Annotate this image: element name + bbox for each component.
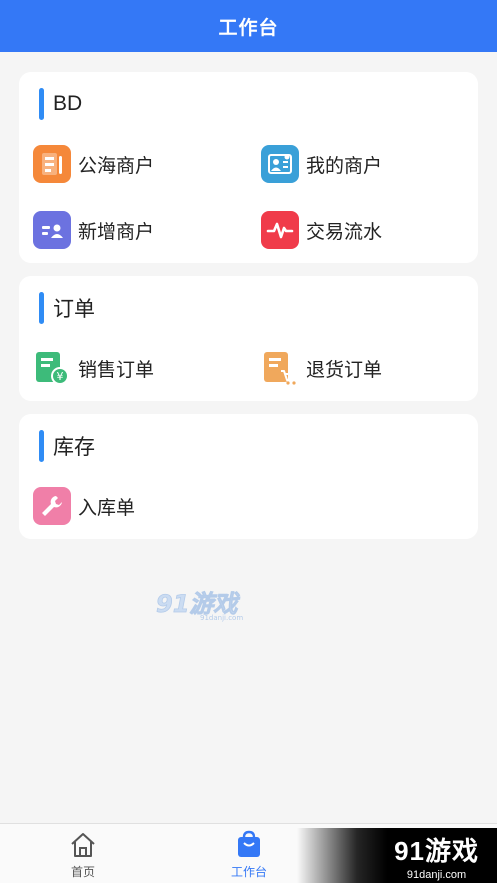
section-title-orders: 订单 <box>39 292 95 324</box>
section-accent-bar <box>39 430 44 462</box>
corner-watermark: 91游戏 91danji.com <box>297 828 497 883</box>
section-accent-bar <box>39 292 44 324</box>
section-title-inventory: 库存 <box>39 430 95 462</box>
page-title: 工作台 <box>218 17 279 39</box>
menu-item-sales-order[interactable]: ¥ 销售订单 <box>33 348 154 388</box>
stock-in-icon <box>33 487 71 525</box>
menu-item-label: 交易流水 <box>306 221 383 243</box>
sales-order-icon: ¥ <box>33 349 71 387</box>
tab-label: 首页 <box>70 865 95 879</box>
menu-item-label: 新增商户 <box>78 221 155 243</box>
menu-item-public-merchant[interactable]: 公海商户 <box>33 144 154 184</box>
tab-workbench[interactable]: 工作台 <box>209 830 289 882</box>
my-merchant-icon <box>261 145 299 183</box>
section-inventory: 库存 入库单 <box>19 414 478 539</box>
tab-label: 工作台 <box>230 865 267 879</box>
public-merchant-icon <box>33 145 71 183</box>
add-merchant-icon <box>33 211 71 249</box>
corner-logo-sub: 91danji.com <box>406 868 467 881</box>
transaction-icon <box>261 211 299 249</box>
menu-item-label: 销售订单 <box>78 359 155 381</box>
menu-item-add-merchant[interactable]: 新增商户 <box>33 210 154 250</box>
section-orders: 订单 ¥ 销售订单 退货订单 <box>19 276 478 401</box>
corner-logo-text: 91游戏 <box>394 835 479 866</box>
menu-item-label: 入库单 <box>78 497 136 519</box>
section-title-bd: BD <box>39 88 82 120</box>
page-header: 工作台 <box>0 0 497 52</box>
home-icon <box>71 833 95 857</box>
section-title-text: 库存 <box>53 436 95 459</box>
svg-text:91danji.com: 91danji.com <box>200 614 243 622</box>
menu-item-transaction[interactable]: 交易流水 <box>261 210 382 250</box>
menu-item-label: 退货订单 <box>306 359 383 381</box>
tab-home[interactable]: 首页 <box>43 830 123 882</box>
menu-item-my-merchant[interactable]: 我的商户 <box>261 144 382 184</box>
section-bd: BD 公海商户 我的商户 新增商户 交易流水 <box>19 72 478 263</box>
menu-item-stock-in[interactable]: 入库单 <box>33 486 135 526</box>
menu-item-return-order[interactable]: 退货订单 <box>261 348 382 388</box>
section-title-text: BD <box>53 92 83 115</box>
watermark-logo: 91游戏 91danji.com <box>154 586 248 622</box>
menu-item-label: 我的商户 <box>306 155 383 177</box>
section-accent-bar <box>39 88 44 120</box>
svg-text:¥: ¥ <box>57 370 64 383</box>
section-title-text: 订单 <box>53 298 95 321</box>
workbench-icon <box>238 830 260 857</box>
return-order-icon <box>261 349 299 387</box>
menu-item-label: 公海商户 <box>78 155 155 177</box>
